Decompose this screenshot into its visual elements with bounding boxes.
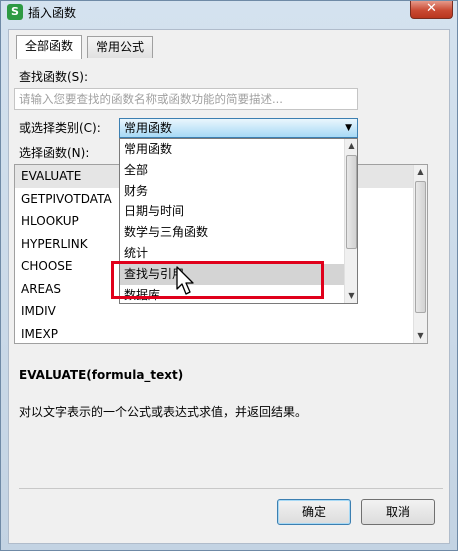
mouse-pointer-icon — [176, 266, 194, 295]
dropdown-item[interactable]: 数学与三角函数 — [120, 222, 357, 243]
close-button[interactable]: ✕ — [410, 1, 453, 19]
category-selected-value: 常用函数 — [124, 121, 173, 135]
chevron-down-icon: ▼ — [345, 123, 352, 133]
scroll-down-icon[interactable]: ▼ — [414, 329, 427, 343]
function-description: 对以文字表示的一个公式或表达式求值，并返回结果。 — [19, 405, 308, 419]
scroll-down-icon[interactable]: ▼ — [345, 289, 357, 303]
dialog-title: 插入函数 — [28, 6, 77, 20]
ok-button[interactable]: 确定 — [277, 499, 351, 525]
category-select[interactable]: 常用函数 ▼ — [119, 118, 358, 138]
scroll-thumb[interactable] — [415, 181, 426, 313]
scroll-up-icon[interactable]: ▲ — [345, 139, 357, 153]
insert-function-dialog: S 插入函数 ✕ 全部函数 常用公式 查找函数(S): 请输入您要查找的函数名称… — [0, 0, 458, 551]
category-label: 或选择类别(C): — [19, 121, 101, 135]
dropdown-item[interactable]: 日期与时间 — [120, 201, 357, 222]
function-list-label: 选择函数(N): — [19, 146, 90, 160]
list-item[interactable]: IMEXP — [15, 323, 427, 344]
function-signature: EVALUATE(formula_text) — [19, 368, 184, 382]
search-label: 查找函数(S): — [19, 70, 89, 84]
cancel-button[interactable]: 取消 — [361, 499, 435, 525]
annotation-highlight-box — [111, 261, 324, 299]
divider — [19, 488, 443, 489]
dropdown-item[interactable]: 财务 — [120, 181, 357, 202]
tab-all-functions[interactable]: 全部函数 — [16, 35, 83, 59]
dialog-body: 全部函数 常用公式 查找函数(S): 请输入您要查找的函数名称或函数功能的简要描… — [8, 29, 450, 544]
search-input[interactable]: 请输入您要查找的函数名称或函数功能的简要描述... — [14, 88, 358, 110]
scroll-thumb[interactable] — [346, 155, 357, 249]
dropdown-item[interactable]: 常用函数 — [120, 139, 357, 160]
function-list-scrollbar[interactable]: ▲ ▼ — [413, 165, 427, 343]
dropdown-scrollbar[interactable]: ▲ ▼ — [344, 139, 357, 303]
app-icon: S — [7, 4, 23, 20]
title-bar[interactable]: S 插入函数 ✕ — [1, 1, 457, 23]
tab-common-formulas[interactable]: 常用公式 — [87, 36, 154, 58]
scroll-up-icon[interactable]: ▲ — [414, 165, 427, 179]
dropdown-item[interactable]: 全部 — [120, 160, 357, 181]
